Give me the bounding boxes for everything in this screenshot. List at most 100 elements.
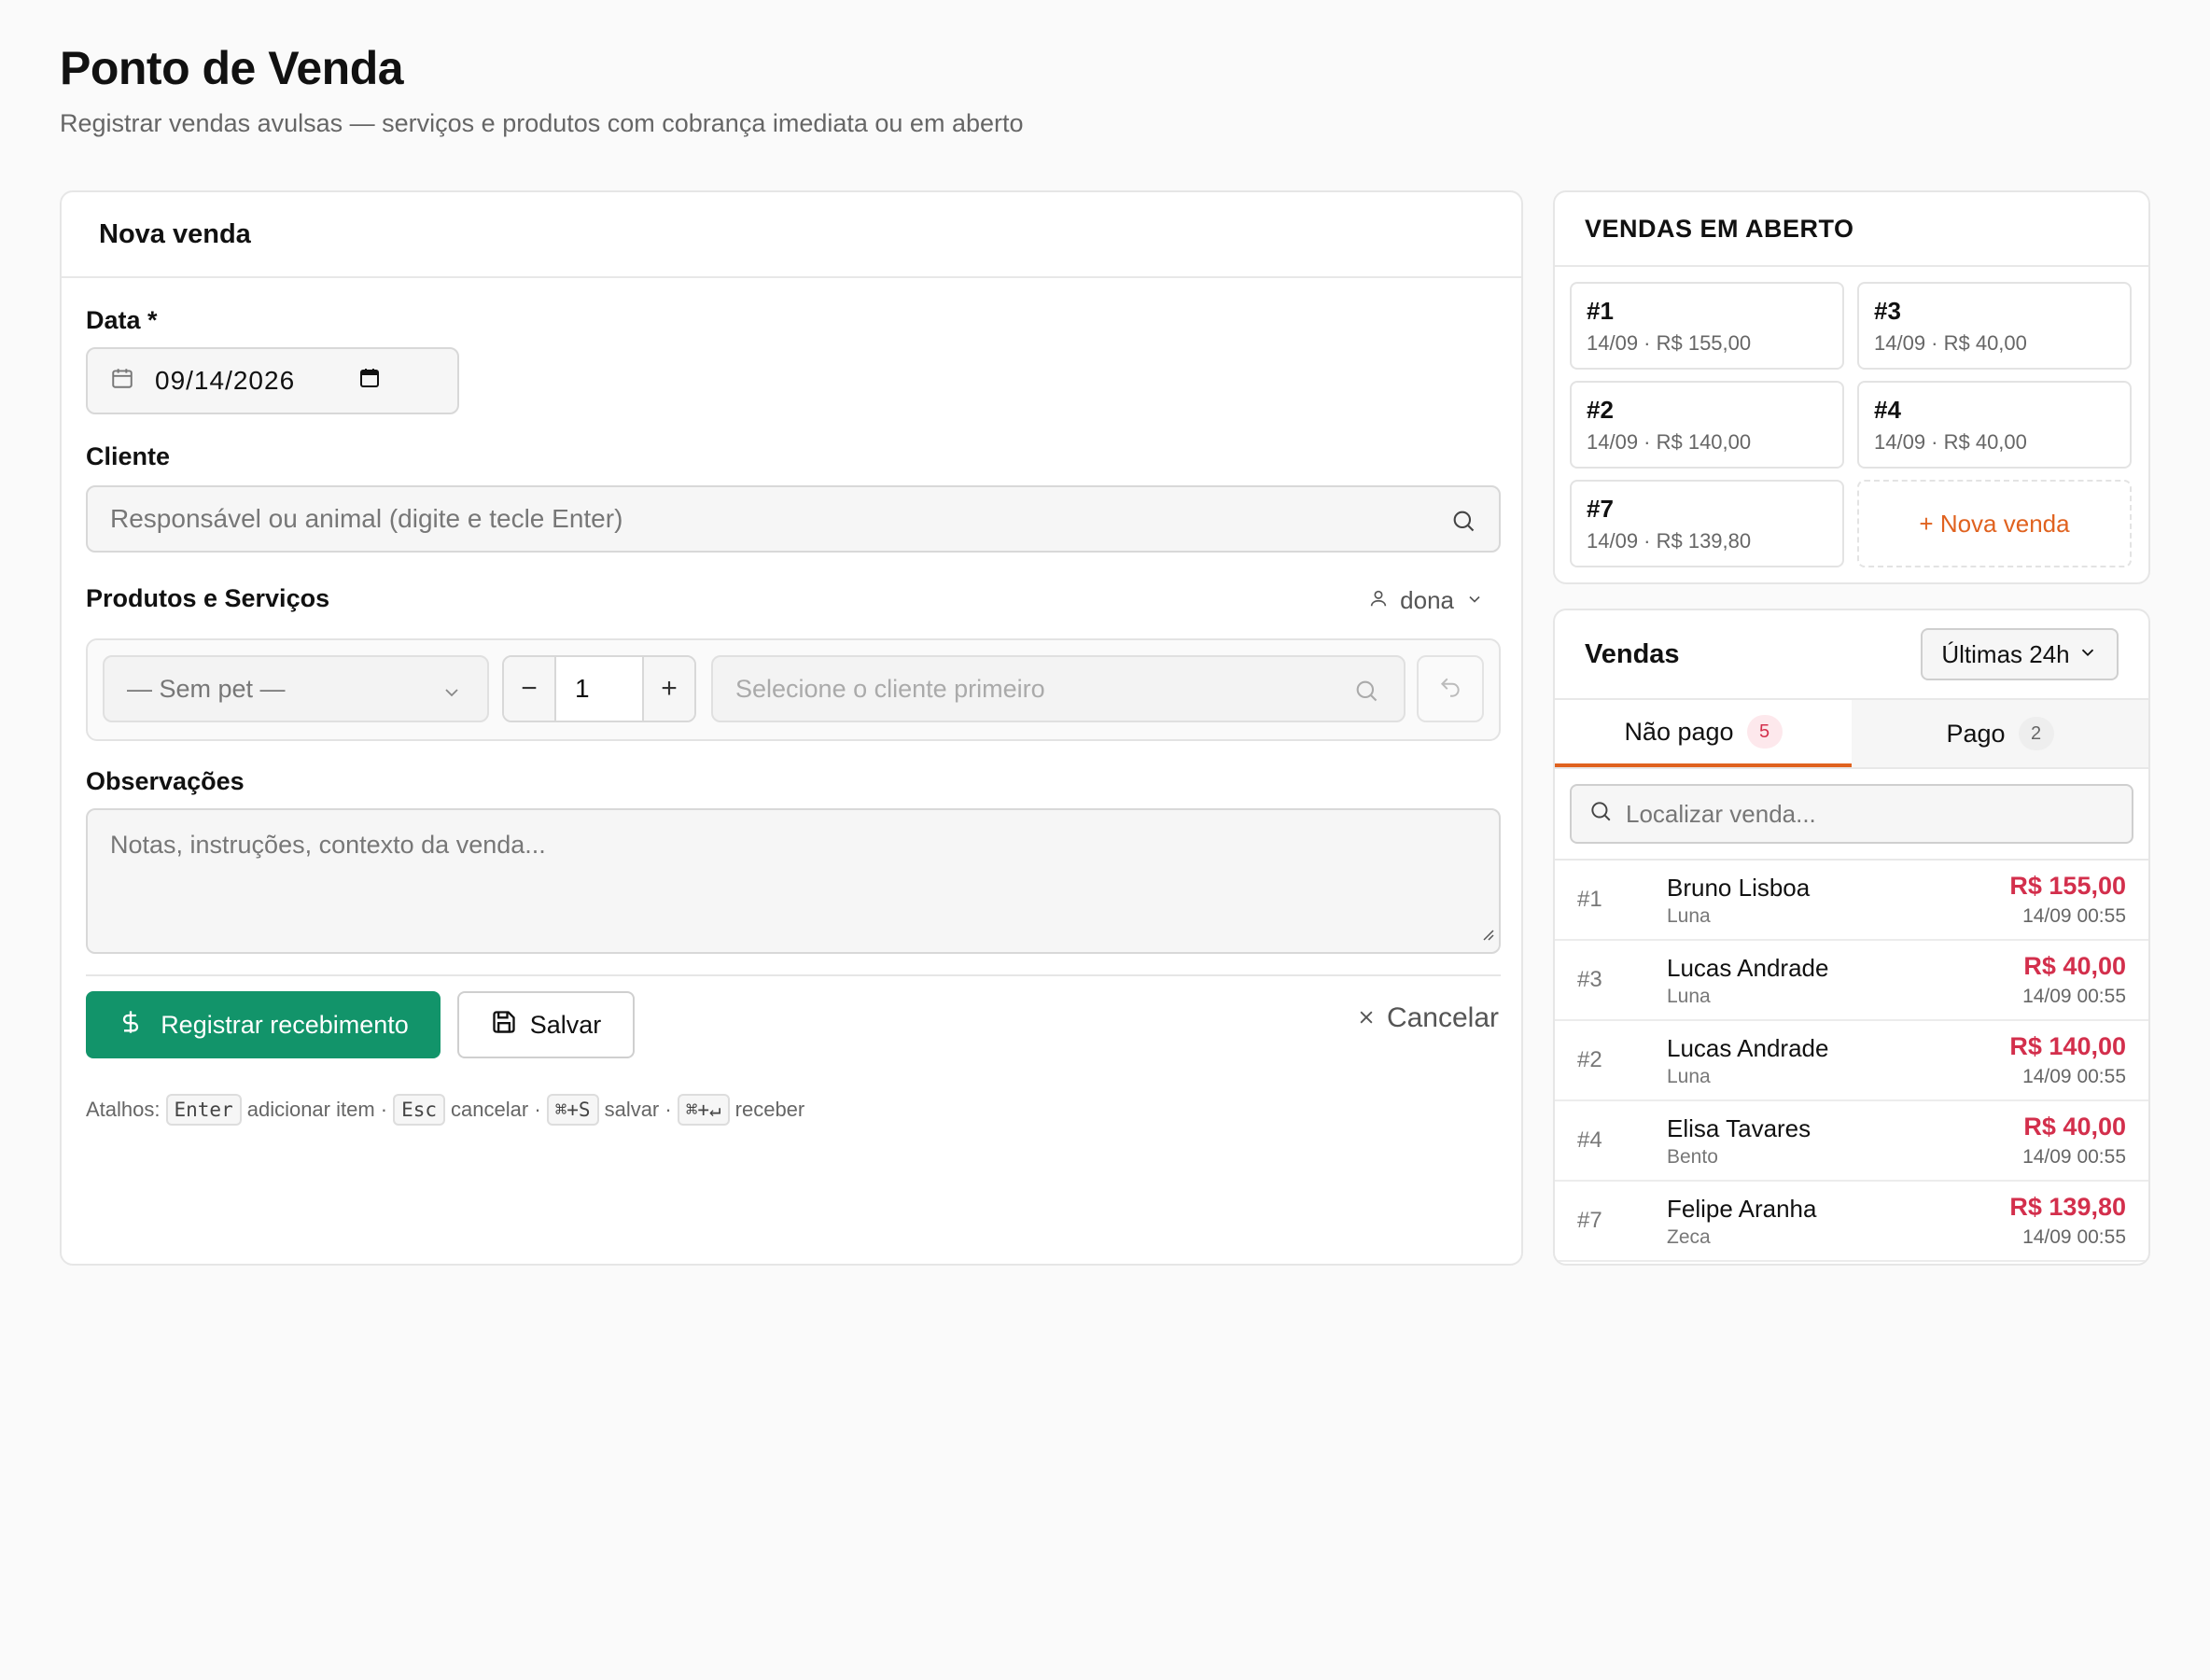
list-item[interactable]: #2 Lucas Andrade Luna R$ 140,00 14/09 00… (1555, 1021, 2148, 1101)
notes-placeholder: Notas, instruções, contexto da venda... (110, 831, 546, 859)
open-sale-tile[interactable]: #3 14/09 · R$ 40,00 (1857, 282, 2132, 370)
open-sale-info: 14/09 · R$ 155,00 (1587, 331, 1752, 355)
page-title: Ponto de Venda (60, 42, 404, 94)
pet-select[interactable]: — Sem pet — (103, 655, 489, 722)
sale-amount: R$ 40,00 (2023, 1113, 2126, 1141)
tab-unpaid[interactable]: Não pago 5 (1555, 700, 1852, 767)
sales-header: Vendas Últimas 24h (1555, 610, 2148, 700)
calendar-icon (110, 366, 134, 397)
sale-amount: R$ 139,80 (2009, 1193, 2126, 1221)
new-sale-button[interactable]: + Nova venda (1857, 480, 2132, 567)
list-item[interactable]: #4 Elisa Tavares Bento R$ 40,00 14/09 00… (1555, 1101, 2148, 1182)
cancel-button[interactable]: Cancelar (1357, 1002, 1499, 1034)
tab-label: Não pago (1624, 717, 1734, 746)
sale-pet: Zeca (1667, 1226, 1711, 1248)
page-subtitle: Registrar vendas avulsas — serviços e pr… (60, 109, 1024, 137)
open-sale-number: #1 (1587, 297, 1614, 325)
sale-client: Felipe Aranha (1667, 1195, 1817, 1223)
sale-time: 14/09 00:55 (2022, 1066, 2126, 1087)
item-entry-row: — Sem pet — − 1 + Selecione o cliente pr… (86, 638, 1501, 741)
sale-client: Lucas Andrade (1667, 954, 1829, 982)
open-sale-tile[interactable]: #4 14/09 · R$ 40,00 (1857, 381, 2132, 469)
open-sale-tile[interactable]: #2 14/09 · R$ 140,00 (1570, 381, 1844, 469)
divider (86, 974, 1501, 976)
chevron-down-icon (2077, 640, 2098, 669)
quantity-increment-button[interactable]: + (642, 657, 694, 721)
open-sale-number: #7 (1587, 495, 1614, 523)
undo-button[interactable] (1417, 655, 1484, 722)
sale-id: #3 (1577, 967, 1602, 992)
sale-pet: Luna (1667, 1066, 1711, 1087)
tab-label: Pago (1946, 719, 2006, 748)
count-badge: 5 (1746, 715, 1783, 749)
date-picker-icon[interactable] (358, 366, 381, 396)
shortcuts-hint: Atalhos: Enter adicionar item · Esc canc… (86, 1094, 804, 1126)
sale-client: Bruno Lisboa (1667, 874, 1811, 902)
undo-icon (1438, 675, 1462, 704)
sale-pet: Luna (1667, 986, 1711, 1007)
open-sale-tile[interactable]: #1 14/09 · R$ 155,00 (1570, 282, 1844, 370)
resize-handle-icon[interactable] (1480, 919, 1495, 948)
chevron-down-icon (1465, 586, 1484, 615)
search-icon (1588, 799, 1613, 830)
sale-time: 14/09 00:55 (2022, 1226, 2126, 1248)
open-sale-info: 14/09 · R$ 40,00 (1874, 430, 2027, 454)
register-payment-label: Registrar recebimento (161, 1010, 409, 1039)
cancel-label: Cancelar (1386, 1002, 1499, 1033)
quantity-stepper: − 1 + (502, 655, 696, 722)
list-item[interactable]: #3 Lucas Andrade Luna R$ 40,00 14/09 00:… (1555, 941, 2148, 1021)
open-sale-tile[interactable]: #7 14/09 · R$ 139,80 (1570, 480, 1844, 567)
sale-id: #1 (1577, 887, 1602, 912)
open-sale-info: 14/09 · R$ 140,00 (1587, 430, 1752, 454)
open-sale-info: 14/09 · R$ 40,00 (1874, 331, 2027, 355)
dollar-icon (118, 1008, 144, 1043)
sale-time: 14/09 00:55 (2022, 1146, 2126, 1168)
shortcut-key: Esc (393, 1094, 446, 1126)
product-search-input[interactable]: Selecione o cliente primeiro (711, 655, 1406, 722)
shortcut-key: Enter (165, 1094, 242, 1126)
search-icon (1353, 678, 1379, 710)
save-button[interactable]: Salvar (457, 991, 635, 1058)
register-payment-button[interactable]: Registrar recebimento (86, 991, 441, 1058)
notes-textarea[interactable]: Notas, instruções, contexto da venda... (86, 808, 1501, 954)
sales-search-input[interactable]: Localizar venda... (1570, 784, 2133, 844)
payment-tabs: Não pago 5 Pago 2 (1555, 700, 2148, 769)
shortcut-text: salvar · (604, 1098, 672, 1121)
sale-id: #2 (1577, 1047, 1602, 1072)
period-value: Últimas 24h (1941, 639, 2070, 668)
sale-id: #7 (1577, 1208, 1602, 1233)
quantity-input[interactable]: 1 (556, 657, 642, 721)
new-sale-title: Nova venda (62, 192, 1521, 278)
sales-title: Vendas (1585, 638, 1680, 669)
chevron-down-icon (441, 681, 463, 710)
owner-selector[interactable]: dona (1368, 586, 1484, 615)
product-placeholder: Selecione o cliente primeiro (735, 674, 1045, 703)
sales-list: #1 Bruno Lisboa Luna R$ 155,00 14/09 00:… (1555, 859, 2148, 1262)
shortcut-key: ⌘+↵ (677, 1094, 730, 1126)
open-sale-number: #3 (1874, 297, 1901, 325)
sale-client: Elisa Tavares (1667, 1114, 1811, 1142)
open-sale-number: #4 (1874, 396, 1901, 424)
date-field[interactable]: 09/14/2026 (86, 347, 459, 414)
list-item[interactable]: #1 Bruno Lisboa Luna R$ 155,00 14/09 00:… (1555, 861, 2148, 941)
open-sales-grid: #1 14/09 · R$ 155,00 #3 14/09 · R$ 40,00… (1570, 282, 2133, 567)
sales-search-placeholder: Localizar venda... (1626, 799, 1816, 828)
items-label: Produtos e Serviços (86, 584, 330, 612)
date-label: Data * (86, 306, 158, 334)
sale-amount: R$ 155,00 (2009, 872, 2126, 900)
new-sale-card: Nova venda Data * 09/14/2026 Cliente Res… (60, 190, 1523, 1266)
quantity-decrement-button[interactable]: − (504, 657, 556, 721)
period-select[interactable]: Últimas 24h (1921, 628, 2119, 680)
sale-amount: R$ 40,00 (2023, 952, 2126, 980)
search-icon (1450, 508, 1476, 540)
tab-paid[interactable]: Pago 2 (1852, 700, 2148, 767)
shortcut-text: receber (734, 1098, 805, 1121)
list-item[interactable]: #7 Felipe Aranha Zeca R$ 139,80 14/09 00… (1555, 1182, 2148, 1262)
client-placeholder: Responsável ou animal (digite e tecle En… (110, 504, 623, 533)
sale-time: 14/09 00:55 (2022, 905, 2126, 927)
save-label: Salvar (529, 1010, 602, 1039)
close-icon (1357, 1002, 1376, 1034)
client-search-input[interactable]: Responsável ou animal (digite e tecle En… (86, 485, 1501, 553)
notes-label: Observações (86, 767, 245, 795)
open-sales-card: VENDAS EM ABERTO #1 14/09 · R$ 155,00 #3… (1553, 190, 2150, 584)
